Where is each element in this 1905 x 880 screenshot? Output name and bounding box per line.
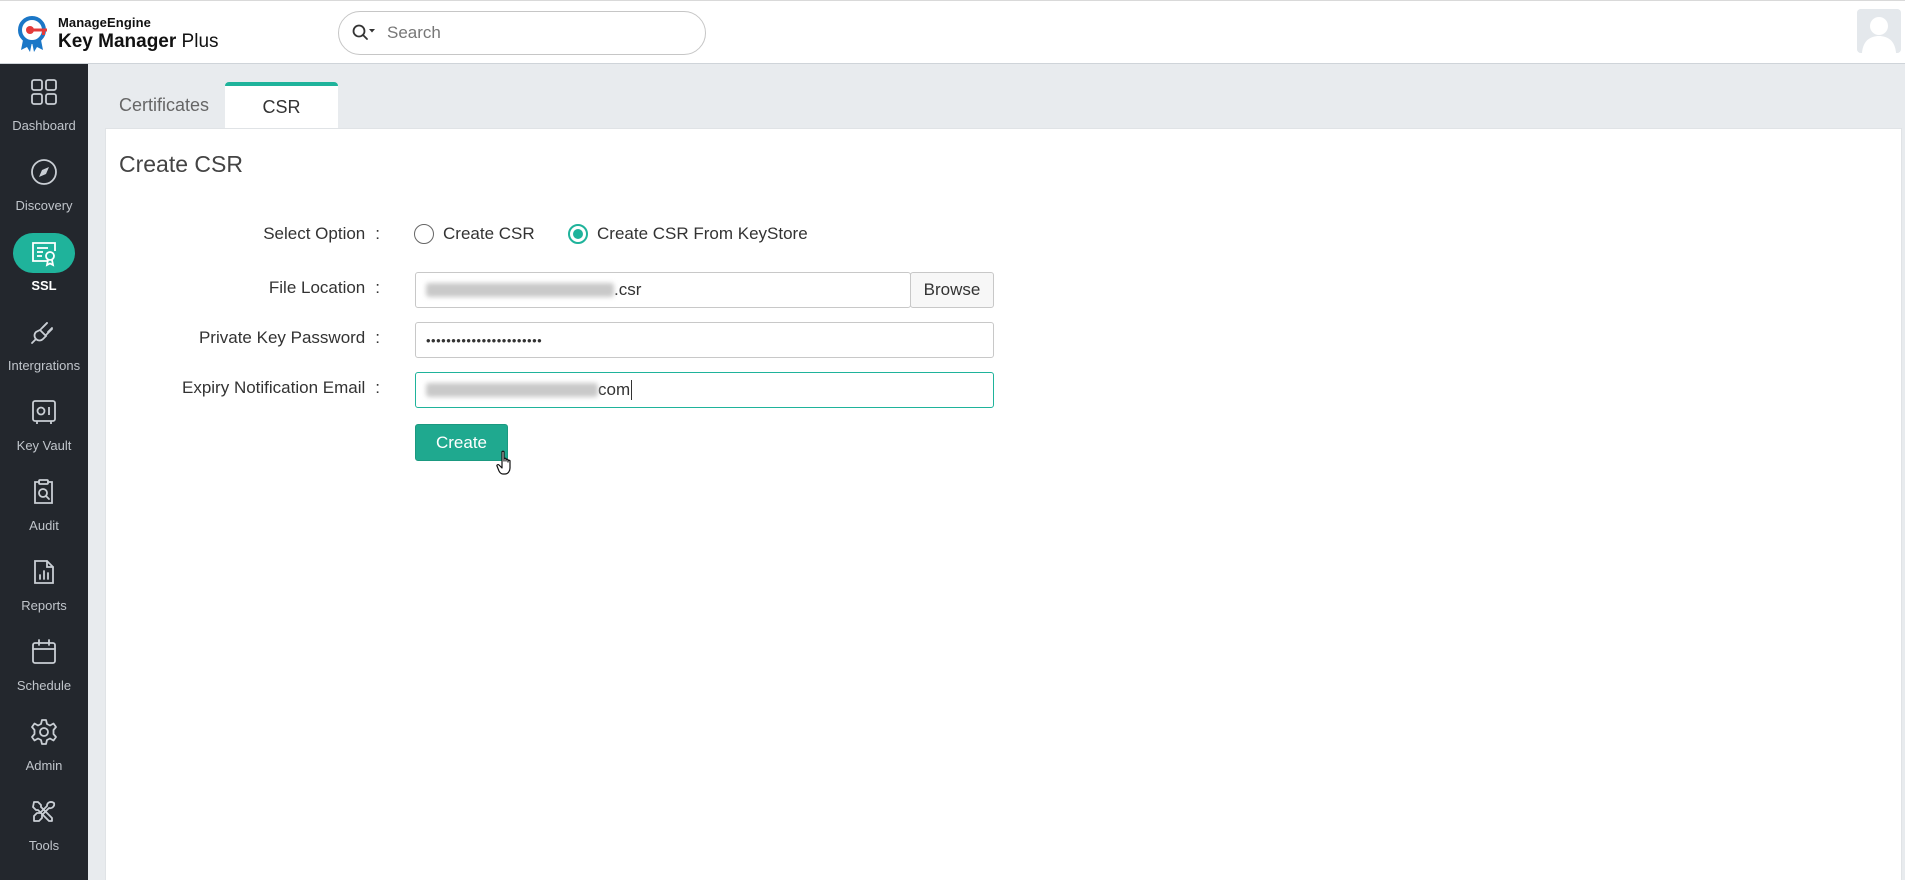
sidebar-item-reports[interactable]: Reports bbox=[0, 544, 88, 624]
report-icon bbox=[29, 557, 59, 587]
sidebar-item-intergrations[interactable]: Intergrations bbox=[0, 304, 88, 384]
app-logo[interactable]: ManageEngine Key Manager Plus bbox=[16, 13, 219, 53]
expiry-notification-email-input[interactable]: com bbox=[415, 372, 994, 408]
sidebar-item-label: Tools bbox=[28, 838, 60, 853]
private-key-password-label: Private Key Password: bbox=[198, 328, 380, 347]
vault-icon bbox=[29, 397, 59, 427]
sidebar-item-label: SSL bbox=[31, 278, 57, 293]
file-location-suffix: .csr bbox=[614, 280, 642, 299]
tab-csr[interactable]: CSR bbox=[225, 82, 339, 128]
sidebar-item-label: Reports bbox=[21, 598, 67, 613]
redacted-text bbox=[426, 383, 598, 397]
sidebar-item-schedule[interactable]: Schedule bbox=[0, 624, 88, 704]
sidebar-item-label: Discovery bbox=[15, 198, 73, 213]
tools-icon bbox=[29, 797, 59, 827]
sidebar-item-audit[interactable]: Audit bbox=[0, 464, 88, 544]
logo-product-text: Key Manager Plus bbox=[58, 30, 219, 52]
radio-create-csr[interactable]: Create CSR bbox=[414, 224, 535, 244]
logo-icon bbox=[18, 16, 47, 52]
search-box[interactable] bbox=[338, 11, 706, 55]
create-button[interactable]: Create bbox=[415, 424, 508, 461]
user-avatar[interactable] bbox=[1857, 9, 1901, 53]
audit-icon bbox=[29, 477, 59, 507]
redacted-text bbox=[426, 283, 614, 297]
plug-icon bbox=[29, 317, 59, 347]
tab-bar: Certificates CSR bbox=[105, 82, 339, 128]
sidebar-item-dashboard[interactable]: Dashboard bbox=[0, 64, 88, 144]
gear-icon bbox=[29, 717, 59, 747]
dashboard-icon bbox=[29, 77, 59, 107]
tab-certificates[interactable]: Certificates bbox=[105, 82, 223, 128]
sidebar-item-label: Intergrations bbox=[7, 358, 81, 373]
radio-create-csr-from-keystore[interactable]: Create CSR From KeyStore bbox=[568, 224, 808, 244]
top-header: ManageEngine Key Manager Plus bbox=[0, 0, 1905, 64]
select-option-label: Select Option: bbox=[263, 224, 380, 243]
search-icon[interactable] bbox=[351, 23, 377, 43]
file-location-input[interactable]: .csr bbox=[415, 272, 911, 308]
private-key-password-input[interactable]: ••••••••••••••••••••••• bbox=[415, 322, 994, 358]
sidebar-item-key-vault[interactable]: Key Vault bbox=[0, 384, 88, 464]
sidebar-item-label: Audit bbox=[29, 518, 59, 533]
radio-checked-icon[interactable] bbox=[568, 224, 588, 244]
sidebar-item-discovery[interactable]: Discovery bbox=[0, 144, 88, 224]
sidebar-item-label: Schedule bbox=[16, 678, 72, 693]
email-suffix: com bbox=[598, 380, 631, 399]
avatar-icon bbox=[1857, 9, 1901, 53]
radio-label: Create CSR From KeyStore bbox=[597, 224, 808, 243]
calendar-icon bbox=[29, 637, 59, 667]
sidebar-item-label: Key Vault bbox=[16, 438, 72, 453]
sidebar-nav: Dashboard Discovery SSL Intergrations Ke… bbox=[0, 64, 88, 880]
expiry-notification-email-label: Expiry Notification Email: bbox=[181, 378, 380, 397]
radio-label: Create CSR bbox=[443, 224, 535, 243]
certificate-icon bbox=[29, 238, 59, 268]
page-title: Create CSR bbox=[119, 151, 243, 177]
text-caret bbox=[631, 380, 633, 400]
file-location-label: File Location: bbox=[268, 278, 380, 297]
logo-brand-text: ManageEngine bbox=[58, 14, 151, 30]
sidebar-item-tools[interactable]: Tools bbox=[0, 784, 88, 864]
browse-button[interactable]: Browse bbox=[910, 272, 994, 308]
hand-cursor-icon bbox=[496, 450, 511, 475]
radio-unchecked-icon[interactable] bbox=[414, 224, 434, 244]
sidebar-item-label: Dashboard bbox=[12, 118, 76, 133]
sidebar-item-label: Admin bbox=[25, 758, 63, 773]
search-input[interactable] bbox=[387, 23, 687, 43]
sidebar-item-ssl[interactable]: SSL bbox=[0, 224, 88, 304]
compass-icon bbox=[29, 157, 59, 187]
sidebar-item-admin[interactable]: Admin bbox=[0, 704, 88, 784]
